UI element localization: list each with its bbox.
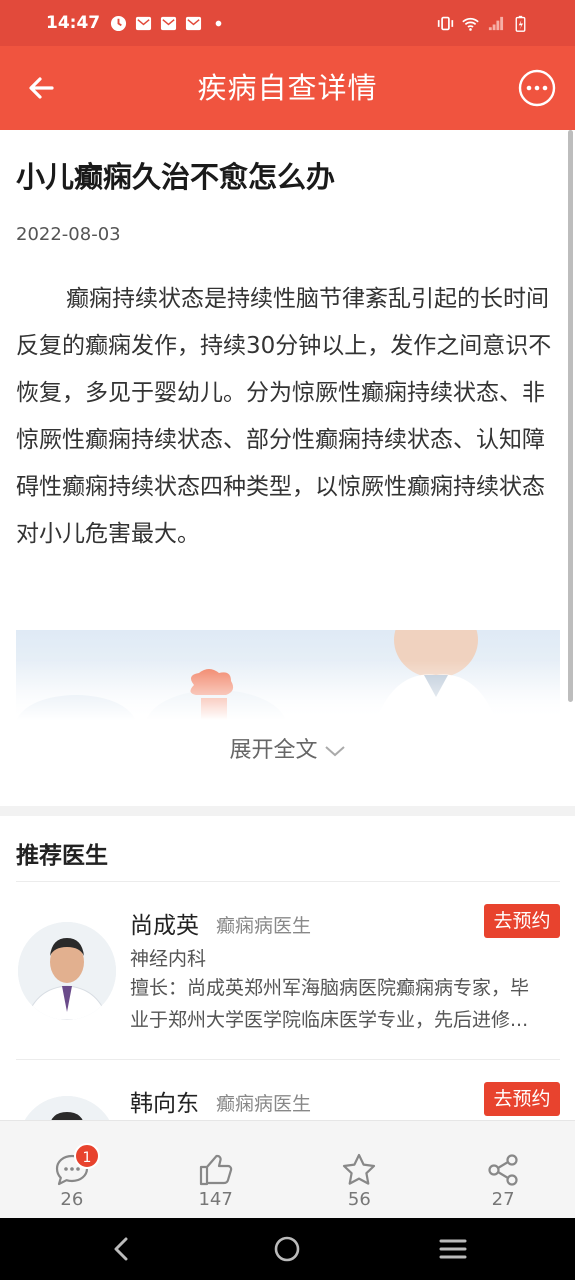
- scrollbar[interactable]: [568, 130, 573, 702]
- divider: [16, 881, 560, 882]
- mail-icon: [186, 16, 202, 30]
- favorite-button[interactable]: 56: [288, 1121, 432, 1218]
- share-icon: [488, 1154, 518, 1186]
- alarm-icon: [111, 15, 127, 31]
- share-count: 27: [491, 1189, 515, 1210]
- doctor-skill-line1: 擅长：尚成英郑州军海脑病医院癫痫病专家，毕: [130, 977, 530, 999]
- doctor-dept: 神经内科: [130, 948, 207, 970]
- nav-menu-icon[interactable]: [439, 1235, 467, 1263]
- article-image: [16, 630, 560, 720]
- section-divider: [0, 806, 575, 816]
- chevron-down-icon: [324, 746, 345, 757]
- nav-back-icon[interactable]: [108, 1235, 136, 1263]
- mail-icon: [136, 16, 152, 30]
- doctor-name: 尚成英: [130, 913, 199, 939]
- article-date: 2022-08-03: [16, 224, 121, 245]
- comment-count: 26: [60, 1189, 84, 1210]
- signal-icon: [488, 16, 504, 30]
- favorite-count: 56: [347, 1189, 371, 1210]
- comment-button[interactable]: 1 26: [0, 1121, 144, 1218]
- like-count: 147: [198, 1189, 233, 1210]
- dot-icon: [215, 20, 222, 26]
- wifi-icon: [462, 17, 479, 31]
- article-body: 癫痫持续状态是持续性脑节律紊乱引起的长时间反复的癫痫发作，持续30分钟以上，发作…: [16, 286, 552, 547]
- recommend-heading: 推荐医生: [16, 843, 108, 869]
- vibrate-icon: [437, 16, 454, 30]
- expand-button[interactable]: 展开全文: [0, 732, 575, 764]
- doctor-title: 癫痫病医生: [216, 915, 312, 937]
- nav-home-icon[interactable]: [273, 1235, 301, 1263]
- like-button[interactable]: 147: [144, 1121, 288, 1218]
- battery-icon: [515, 15, 526, 32]
- book-button[interactable]: 去预约: [484, 1082, 560, 1116]
- app-bar: 疾病自查详情: [0, 46, 575, 130]
- doctor-skill-line2: 业于郑州大学医学院临床医学专业，先后进修...: [130, 1009, 529, 1031]
- bottom-action-bar: 1 26 147 56 27: [0, 1120, 575, 1218]
- article-title: 小儿癫痫久治不愈怎么办: [16, 160, 336, 194]
- system-nav-bar: [0, 1218, 575, 1280]
- divider: [16, 1059, 560, 1060]
- thumbs-up-icon: [199, 1154, 232, 1186]
- status-time: 14:47: [46, 13, 101, 33]
- status-bar: 14:47: [0, 0, 575, 46]
- doctor-avatar: [18, 922, 116, 1020]
- comment-badge: 1: [74, 1143, 100, 1169]
- doctor-title: 癫痫病医生: [216, 1093, 312, 1115]
- star-icon: [343, 1153, 376, 1185]
- status-icons-right: [437, 15, 529, 32]
- mail-icon: [161, 16, 177, 30]
- share-button[interactable]: 27: [431, 1121, 575, 1218]
- image-fade: [16, 660, 560, 720]
- page-title: 疾病自查详情: [197, 71, 378, 105]
- status-icons-left: [110, 15, 227, 32]
- more-circle-icon[interactable]: [517, 68, 557, 108]
- expand-label: 展开全文: [229, 738, 318, 763]
- doctor-name: 韩向东: [130, 1091, 199, 1117]
- book-button[interactable]: 去预约: [484, 904, 560, 938]
